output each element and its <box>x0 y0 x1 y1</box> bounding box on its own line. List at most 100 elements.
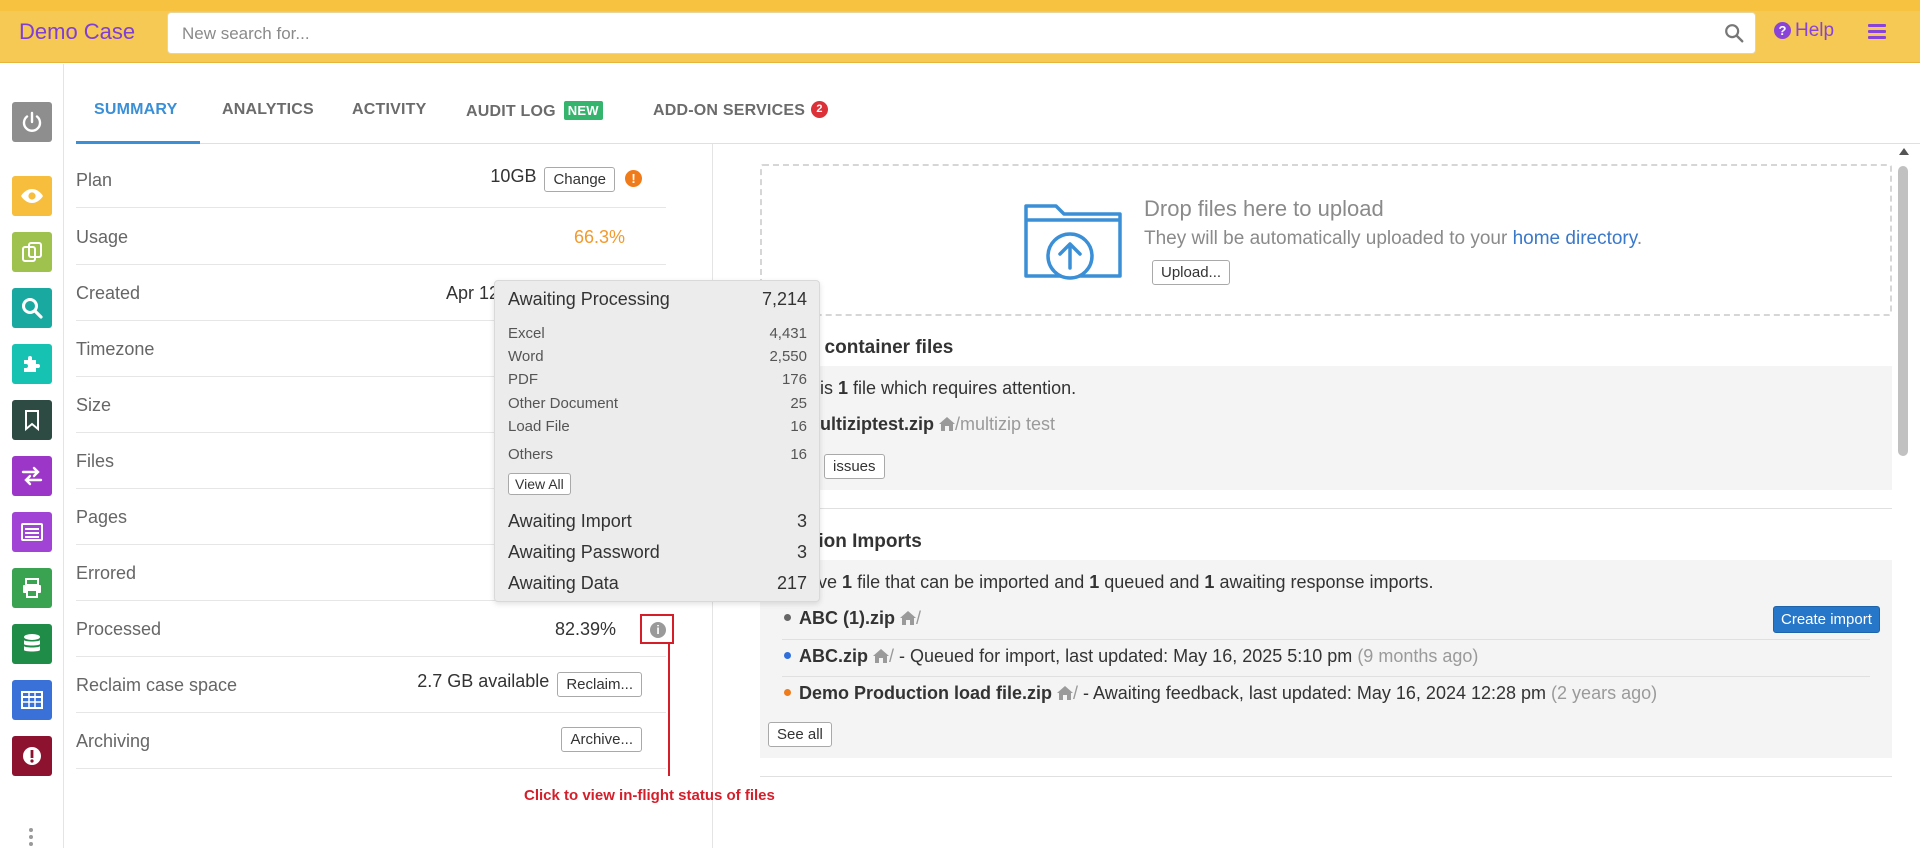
brand-title[interactable]: Demo Case <box>19 19 135 45</box>
awaiting-password-count: 3 <box>796 542 807 562</box>
bookmark-icon[interactable] <box>12 400 52 440</box>
processed-value: 82.39% <box>554 619 616 639</box>
home-icon <box>939 417 956 431</box>
pages-label: Pages <box>76 507 128 527</box>
item-separator <box>782 676 1870 677</box>
awaiting-import-count: 3 <box>796 511 807 531</box>
tab-analytics[interactable]: ANALYTICS <box>222 101 314 119</box>
processing-status-popover: Awaiting Processing 7,214 Excel 4,431 Word… <box>494 280 820 602</box>
import-file-name[interactable]: ABC (1).zip <box>799 608 895 628</box>
top-bar: Demo Case New search for... ? Help <box>0 11 1920 63</box>
copy-icon[interactable] <box>12 232 52 272</box>
dropzone-subtitle-text: They will be automatically uploaded to y… <box>1144 228 1508 249</box>
awaiting-processing-count: 7,214 <box>761 289 807 309</box>
type-row: Others 16 <box>508 446 807 463</box>
alert-icon[interactable] <box>12 736 52 776</box>
create-import-button[interactable]: Create import <box>1773 606 1880 633</box>
home-directory-link[interactable]: home directory <box>1513 228 1637 249</box>
search-icon[interactable] <box>1723 22 1745 44</box>
container-attention-text: is 1 file which requires attention. <box>820 378 1076 399</box>
import-file-name[interactable]: Demo Production load file.zip <box>799 683 1052 703</box>
print-icon[interactable] <box>12 568 52 608</box>
addon-count-badge: 2 <box>811 101 829 118</box>
type-row: Load File 16 <box>508 418 807 435</box>
eye-icon[interactable] <box>12 176 52 216</box>
status-dot <box>784 689 791 696</box>
database-icon[interactable] <box>12 624 52 664</box>
active-tab-indicator <box>76 141 200 144</box>
awaiting-processing-line: Awaiting Processing 7,214 <box>508 289 807 310</box>
list-icon[interactable] <box>12 512 52 552</box>
power-icon[interactable] <box>12 102 52 142</box>
home-icon <box>900 611 917 625</box>
home-icon <box>1057 686 1074 700</box>
search-placeholder: New search for... <box>182 24 310 43</box>
scroll-thumb[interactable] <box>1898 166 1908 456</box>
help-label: Help <box>1795 20 1835 41</box>
section-separator <box>760 776 1892 777</box>
container-line-prefix: is <box>820 378 833 398</box>
callout-line <box>668 644 670 776</box>
container-file-name[interactable]: ultiziptest.zip <box>820 414 934 434</box>
upload-dropzone[interactable]: Drop files here to upload They will be a… <box>760 164 1892 316</box>
issues-button[interactable]: issues <box>824 454 885 479</box>
container-file-line: ultiziptest.zip /multizip test <box>820 414 1055 435</box>
imports-count-c: 1 <box>1204 572 1215 592</box>
type-count: 16 <box>790 446 807 463</box>
tab-audit-log[interactable]: AUDIT LOG NEW <box>466 101 603 121</box>
plan-value: 10GB <box>490 166 537 186</box>
import-item: Demo Production load file.zip / - Awaiti… <box>784 683 1657 704</box>
see-all-button[interactable]: See all <box>768 722 832 747</box>
more-icon[interactable] <box>29 828 35 848</box>
archiving-row: Archiving Archive... <box>76 713 666 769</box>
import-file-name[interactable]: ABC.zip <box>799 646 868 666</box>
scroll-up-arrow[interactable] <box>1899 148 1909 155</box>
tab-addon-services[interactable]: ADD-ON SERVICES 2 <box>653 101 829 120</box>
status-dot <box>784 614 791 621</box>
reclaim-group: 2.7 GB available Reclaim... <box>417 671 642 697</box>
type-row: Other Document 25 <box>508 395 807 412</box>
view-all-button[interactable]: View All <box>508 473 571 495</box>
imports-count-a: 1 <box>842 572 853 592</box>
menu-icon[interactable] <box>1868 24 1886 40</box>
upload-button[interactable]: Upload... <box>1152 260 1231 285</box>
type-label: PDF <box>508 371 538 388</box>
warning-icon[interactable]: ! <box>625 170 642 187</box>
imports-line-c: queued and <box>1104 572 1200 592</box>
reclaim-label: Reclaim case space <box>76 675 238 695</box>
info-icon[interactable]: i <box>650 622 666 638</box>
type-count: 4,431 <box>769 325 807 342</box>
table-icon[interactable] <box>12 680 52 720</box>
awaiting-processing-label: Awaiting Processing <box>508 289 670 309</box>
tab-summary[interactable]: SUMMARY <box>94 101 177 119</box>
tab-bar: SUMMARY ANALYTICS ACTIVITY AUDIT LOG NEW … <box>76 80 1920 144</box>
type-label: Others <box>508 446 554 463</box>
plan-label: Plan <box>76 170 113 190</box>
import-item: ABC.zip / - Queued for import, last upda… <box>784 646 1478 667</box>
usage-label: Usage <box>76 227 129 247</box>
status-dot <box>784 652 791 659</box>
type-count: 2,550 <box>769 348 807 365</box>
reclaim-value: 2.7 GB available <box>417 671 550 691</box>
magnifier-icon[interactable] <box>12 288 52 328</box>
import-ago: (9 months ago) <box>1357 646 1479 666</box>
dropzone-subtitle: They will be automatically uploaded to y… <box>1144 228 1642 250</box>
tab-activity[interactable]: ACTIVITY <box>352 101 427 119</box>
puzzle-icon[interactable] <box>12 344 52 384</box>
change-plan-button[interactable]: Change <box>544 167 615 192</box>
created-value: Apr 12 <box>446 283 500 303</box>
type-count: 16 <box>790 418 807 435</box>
scrollbar[interactable] <box>1897 148 1909 848</box>
size-label: Size <box>76 395 112 415</box>
section-separator <box>760 508 1892 509</box>
dropzone-title: Drop files here to upload <box>1144 196 1384 221</box>
help-link[interactable]: ? Help <box>1774 20 1834 42</box>
container-line-suffix: file which requires attention. <box>853 378 1077 398</box>
archive-button[interactable]: Archive... <box>561 727 642 752</box>
transfer-icon[interactable] <box>12 456 52 496</box>
search-input[interactable]: New search for... <box>167 12 1756 54</box>
type-row: Excel 4,431 <box>508 325 807 342</box>
awaiting-data-label: Awaiting Data <box>508 573 619 593</box>
reclaim-button[interactable]: Reclaim... <box>557 672 642 697</box>
usage-value: 66.3% <box>573 227 625 247</box>
